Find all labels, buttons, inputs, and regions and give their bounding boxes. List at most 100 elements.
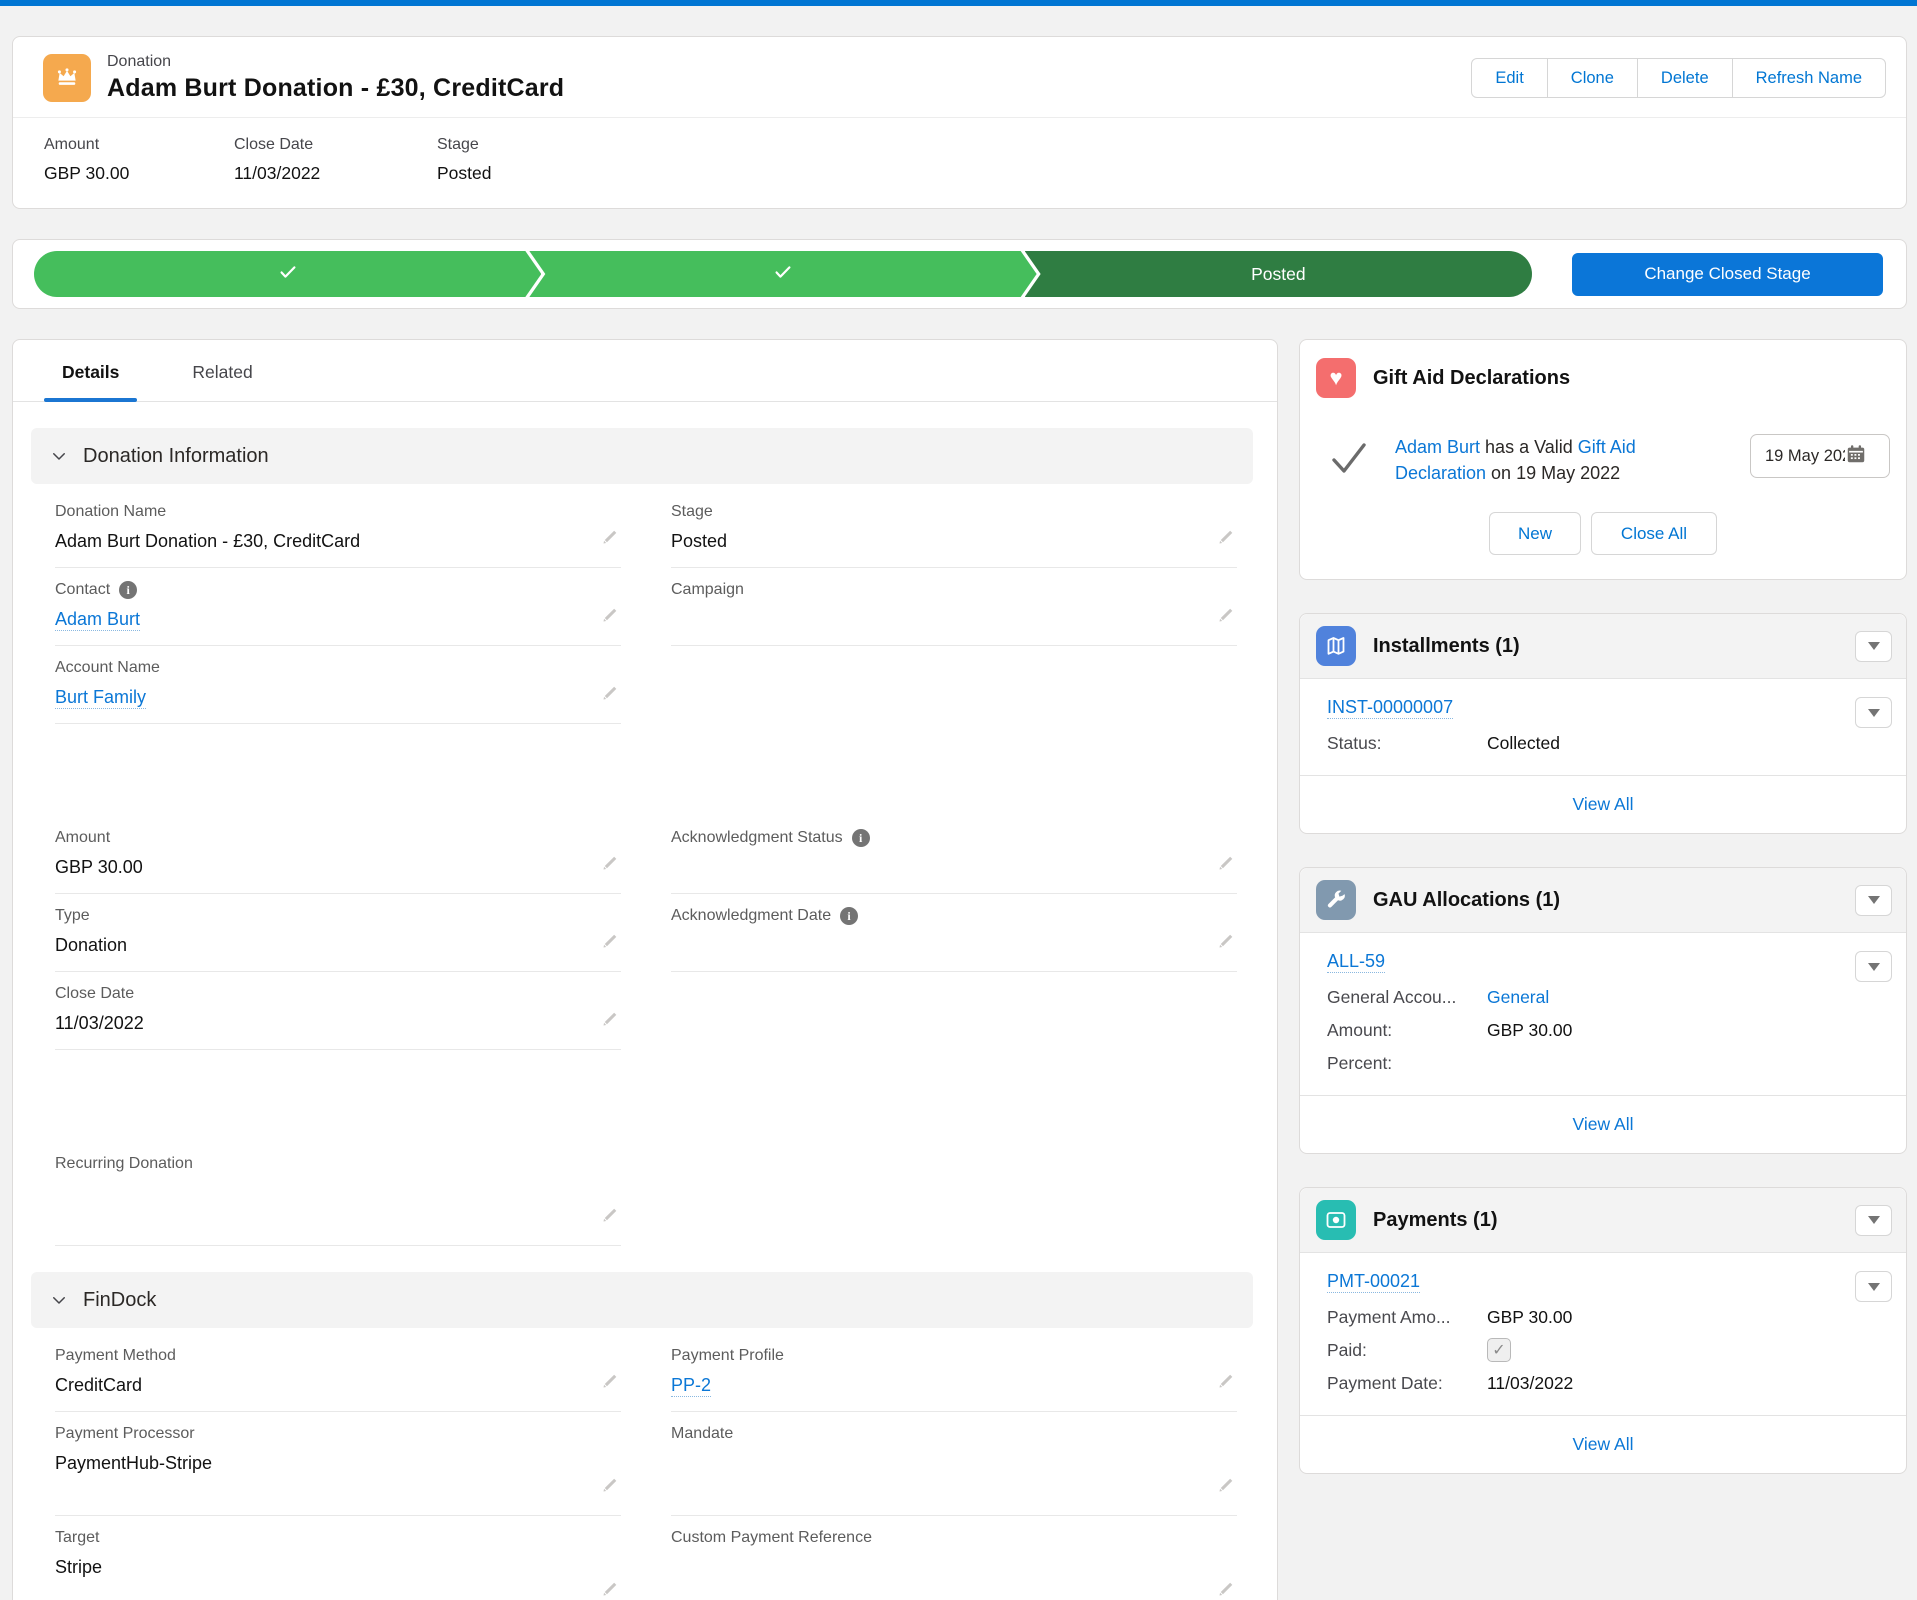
view-all-allocations-link[interactable]: View All — [1573, 1114, 1634, 1135]
field-recurring-donation: Recurring Donation — [55, 1142, 621, 1246]
edit-pencil-icon[interactable] — [601, 854, 619, 877]
gift-aid-declarations-card: ♥ Gift Aid Declarations Adam Burt has a … — [1299, 339, 1907, 580]
edit-pencil-icon[interactable] — [601, 606, 619, 629]
check-icon — [277, 261, 299, 288]
card-actions-dropdown[interactable] — [1855, 631, 1892, 662]
tab-related[interactable]: Related — [174, 362, 270, 401]
field-account-name: Account Name Burt Family — [55, 646, 621, 724]
declaration-date-input[interactable]: 19 May 2022 — [1750, 434, 1890, 478]
page-title: Adam Burt Donation - £30, CreditCard — [107, 74, 1472, 103]
row-actions-dropdown[interactable] — [1855, 951, 1892, 982]
edit-pencil-icon[interactable] — [601, 932, 619, 955]
info-icon[interactable]: i — [852, 829, 870, 847]
view-all-payments-link[interactable]: View All — [1573, 1434, 1634, 1455]
findock-fields: Payment Method CreditCard Payment Profil… — [13, 1328, 1277, 1600]
path-stage-posted[interactable]: Posted — [1025, 251, 1532, 297]
path-stage-1[interactable] — [34, 251, 541, 297]
edit-pencil-icon[interactable] — [601, 528, 619, 551]
amount-row: Amount: GBP 30.00 — [1327, 1018, 1855, 1042]
edit-button[interactable]: Edit — [1471, 58, 1547, 98]
highlights-panel: Amount GBP 30.00 Close Date 11/03/2022 S… — [13, 118, 1906, 208]
edit-pencil-icon[interactable] — [1217, 1476, 1235, 1499]
map-icon — [1316, 626, 1356, 666]
payment-record: PMT-00021 Payment Amo... GBP 30.00 Paid:… — [1300, 1253, 1906, 1415]
refresh-name-button[interactable]: Refresh Name — [1732, 58, 1886, 98]
field-payment-profile: Payment Profile PP-2 — [671, 1334, 1237, 1412]
check-icon — [772, 261, 794, 288]
chevron-down-icon — [50, 1291, 68, 1309]
general-accounting-unit-link[interactable]: General — [1487, 987, 1549, 1008]
contact-link[interactable]: Adam Burt — [55, 609, 140, 631]
edit-pencil-icon[interactable] — [1217, 854, 1235, 877]
edit-pencil-icon[interactable] — [1217, 1372, 1235, 1395]
record-header-card: Donation Adam Burt Donation - £30, Credi… — [12, 36, 1907, 209]
paid-checkbox: ✓ — [1487, 1338, 1511, 1362]
card-actions-dropdown[interactable] — [1855, 885, 1892, 916]
new-declaration-button[interactable]: New — [1489, 512, 1581, 555]
field-campaign: Campaign — [671, 568, 1237, 646]
tab-details[interactable]: Details — [44, 362, 137, 401]
edit-pencil-icon[interactable] — [1217, 528, 1235, 551]
row-actions-dropdown[interactable] — [1855, 1271, 1892, 1302]
record-detail-card: Details Related Donation Information Don… — [12, 339, 1278, 1600]
clone-button[interactable]: Clone — [1547, 58, 1638, 98]
sales-path-card: Posted Change Closed Stage — [12, 239, 1907, 309]
edit-pencil-icon[interactable] — [601, 1476, 619, 1499]
info-icon[interactable]: i — [119, 581, 137, 599]
edit-pencil-icon[interactable] — [1217, 606, 1235, 629]
field-payment-processor: Payment Processor PaymentHub-Stripe — [55, 1412, 621, 1516]
record-action-group: Edit Clone Delete Refresh Name — [1472, 58, 1886, 98]
field-payment-method: Payment Method CreditCard — [55, 1334, 621, 1412]
payments-card: Payments (1) PMT-00021 Payment Amo... GB… — [1299, 1187, 1907, 1474]
field-acknowledgment-status: Acknowledgment Statusi — [671, 816, 1237, 894]
donation-information-fields: Donation Name Adam Burt Donation - £30, … — [13, 484, 1277, 1246]
field-acknowledgment-date: Acknowledgment Datei — [671, 894, 1237, 972]
info-icon[interactable]: i — [840, 907, 858, 925]
card-title: GAU Allocations (1) — [1373, 889, 1855, 912]
contact-link[interactable]: Adam Burt — [1395, 437, 1480, 457]
chevron-down-icon — [50, 447, 68, 465]
chevron-down-icon — [1868, 1216, 1880, 1224]
section-donation-information[interactable]: Donation Information — [31, 428, 1253, 484]
record-tabs: Details Related — [13, 340, 1277, 402]
edit-pencil-icon[interactable] — [1217, 1580, 1235, 1600]
edit-pencil-icon[interactable] — [601, 1580, 619, 1600]
field-close-date: Close Date 11/03/2022 — [55, 972, 621, 1050]
calendar-icon[interactable] — [1845, 443, 1867, 470]
field-contact: Contacti Adam Burt — [55, 568, 621, 646]
heart-icon: ♥ — [1316, 358, 1356, 398]
edit-pencil-icon[interactable] — [601, 684, 619, 707]
percent-row: Percent: — [1327, 1051, 1855, 1075]
edit-pencil-icon[interactable] — [601, 1372, 619, 1395]
stage-path: Posted — [34, 251, 1532, 297]
edit-pencil-icon[interactable] — [601, 1206, 619, 1229]
chevron-down-icon — [1868, 1283, 1880, 1291]
allocation-link[interactable]: ALL-59 — [1327, 951, 1385, 973]
payment-date-row: Payment Date: 11/03/2022 — [1327, 1371, 1855, 1395]
payment-link[interactable]: PMT-00021 — [1327, 1271, 1420, 1293]
wrench-icon — [1316, 880, 1356, 920]
account-link[interactable]: Burt Family — [55, 687, 146, 709]
payment-profile-link[interactable]: PP-2 — [671, 1375, 711, 1397]
field-empty — [671, 972, 1237, 1050]
installment-record: INST-00000007 Status: Collected — [1300, 679, 1906, 775]
related-sidebar: ♥ Gift Aid Declarations Adam Burt has a … — [1299, 339, 1907, 1507]
edit-pencil-icon[interactable] — [1217, 932, 1235, 955]
edit-pencil-icon[interactable] — [601, 1010, 619, 1033]
view-all-installments-link[interactable]: View All — [1573, 794, 1634, 815]
field-type: Type Donation — [55, 894, 621, 972]
card-actions-dropdown[interactable] — [1855, 1205, 1892, 1236]
field-target: Target Stripe — [55, 1516, 621, 1600]
row-actions-dropdown[interactable] — [1855, 697, 1892, 728]
field-empty — [671, 1142, 1237, 1246]
close-all-button[interactable]: Close All — [1591, 512, 1717, 555]
path-stage-2[interactable] — [529, 251, 1036, 297]
section-findock[interactable]: FinDock — [31, 1272, 1253, 1328]
field-amount: Amount GBP 30.00 — [55, 816, 621, 894]
entity-label: Donation — [107, 53, 1472, 71]
field-stage: Stage Posted — [671, 490, 1237, 568]
change-closed-stage-button[interactable]: Change Closed Stage — [1572, 253, 1883, 296]
delete-button[interactable]: Delete — [1637, 58, 1733, 98]
installment-link[interactable]: INST-00000007 — [1327, 697, 1453, 719]
highlight-stage: Stage Posted — [437, 136, 627, 184]
